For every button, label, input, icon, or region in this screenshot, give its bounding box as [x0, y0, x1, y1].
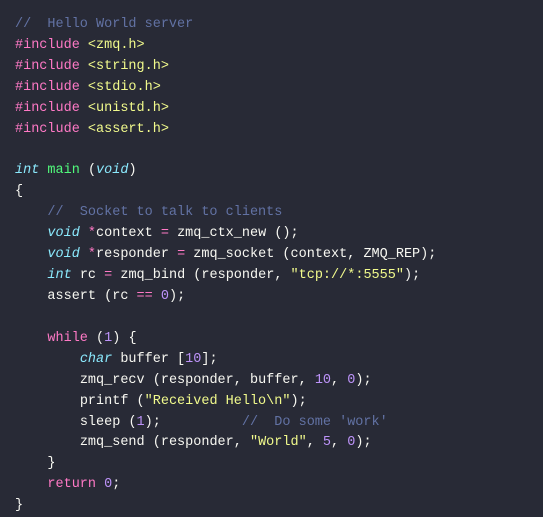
semi: ;	[363, 435, 371, 450]
paren: (	[153, 373, 161, 388]
semi: ;	[112, 477, 120, 492]
func-main: main	[47, 163, 79, 178]
semi: ;	[299, 394, 307, 409]
op: ==	[137, 289, 153, 304]
semi: ;	[428, 247, 436, 262]
preproc: #include	[15, 122, 80, 137]
num: 10	[185, 352, 201, 367]
string: "World"	[250, 435, 307, 450]
ident: assert	[47, 289, 96, 304]
code-block: // Hello World server #include <zmq.h> #…	[15, 15, 528, 517]
type: int	[47, 268, 71, 283]
type: void	[47, 247, 79, 262]
num: 1	[137, 415, 145, 430]
comma: ,	[331, 435, 339, 450]
bracket: [	[177, 352, 185, 367]
semi: ;	[363, 373, 371, 388]
ident: context	[291, 247, 348, 262]
op: *	[88, 247, 96, 262]
paren: (	[96, 331, 104, 346]
type: void	[47, 226, 79, 241]
semi: ;	[153, 415, 161, 430]
op: =	[104, 268, 112, 283]
paren: (	[153, 435, 161, 450]
semi: ;	[291, 226, 299, 241]
header: <stdio.h>	[88, 80, 161, 95]
brace: }	[15, 498, 23, 513]
num: 10	[315, 373, 331, 388]
paren: )	[282, 226, 290, 241]
preproc: #include	[15, 59, 80, 74]
preproc: #include	[15, 38, 80, 53]
keyword: while	[47, 331, 88, 346]
header: <unistd.h>	[88, 101, 169, 116]
ident: zmq_socket	[193, 247, 274, 262]
header: <assert.h>	[88, 122, 169, 137]
semi: ;	[412, 268, 420, 283]
ident: printf	[80, 394, 129, 409]
comma: ,	[234, 435, 242, 450]
preproc: #include	[15, 80, 80, 95]
comma: ,	[234, 373, 242, 388]
ident: responder	[201, 268, 274, 283]
paren: )	[169, 289, 177, 304]
ident: responder	[96, 247, 169, 262]
ident: zmq_bind	[120, 268, 185, 283]
ident: responder	[161, 435, 234, 450]
header: <string.h>	[88, 59, 169, 74]
paren: )	[404, 268, 412, 283]
ident: ZMQ_REP	[363, 247, 420, 262]
paren: (	[282, 247, 290, 262]
op: =	[161, 226, 169, 241]
op: *	[88, 226, 96, 241]
string: "tcp://*:5555"	[291, 268, 404, 283]
paren: )	[112, 331, 120, 346]
brace: {	[15, 184, 23, 199]
paren: )	[145, 415, 153, 430]
ident: rc	[112, 289, 128, 304]
op: =	[177, 247, 185, 262]
ident: zmq_ctx_new	[177, 226, 266, 241]
type: char	[80, 352, 112, 367]
ident: sleep	[80, 415, 121, 430]
num: 5	[323, 435, 331, 450]
paren: (	[88, 163, 96, 178]
comma: ,	[347, 247, 355, 262]
brace: }	[47, 456, 55, 471]
comma: ,	[307, 435, 315, 450]
ident: zmq_recv	[80, 373, 145, 388]
type: void	[96, 163, 128, 178]
type: int	[15, 163, 39, 178]
paren: )	[290, 394, 298, 409]
comma: ,	[331, 373, 339, 388]
header: <zmq.h>	[88, 38, 145, 53]
ident: buffer	[250, 373, 299, 388]
comment: // Do some 'work'	[242, 415, 388, 430]
paren: )	[128, 163, 136, 178]
keyword: return	[47, 477, 96, 492]
ident: rc	[80, 268, 96, 283]
semi: ;	[209, 352, 217, 367]
comment: // Socket to talk to clients	[47, 205, 282, 220]
ident: buffer	[120, 352, 169, 367]
string: "Received Hello\n"	[145, 394, 291, 409]
brace: {	[128, 331, 136, 346]
comma: ,	[299, 373, 307, 388]
comma: ,	[274, 268, 282, 283]
ident: zmq_send	[80, 435, 145, 450]
paren: (	[137, 394, 145, 409]
comment: // Hello World server	[15, 17, 193, 32]
ident: responder	[161, 373, 234, 388]
ident: context	[96, 226, 153, 241]
paren: (	[128, 415, 136, 430]
num: 0	[161, 289, 169, 304]
semi: ;	[177, 289, 185, 304]
preproc: #include	[15, 101, 80, 116]
